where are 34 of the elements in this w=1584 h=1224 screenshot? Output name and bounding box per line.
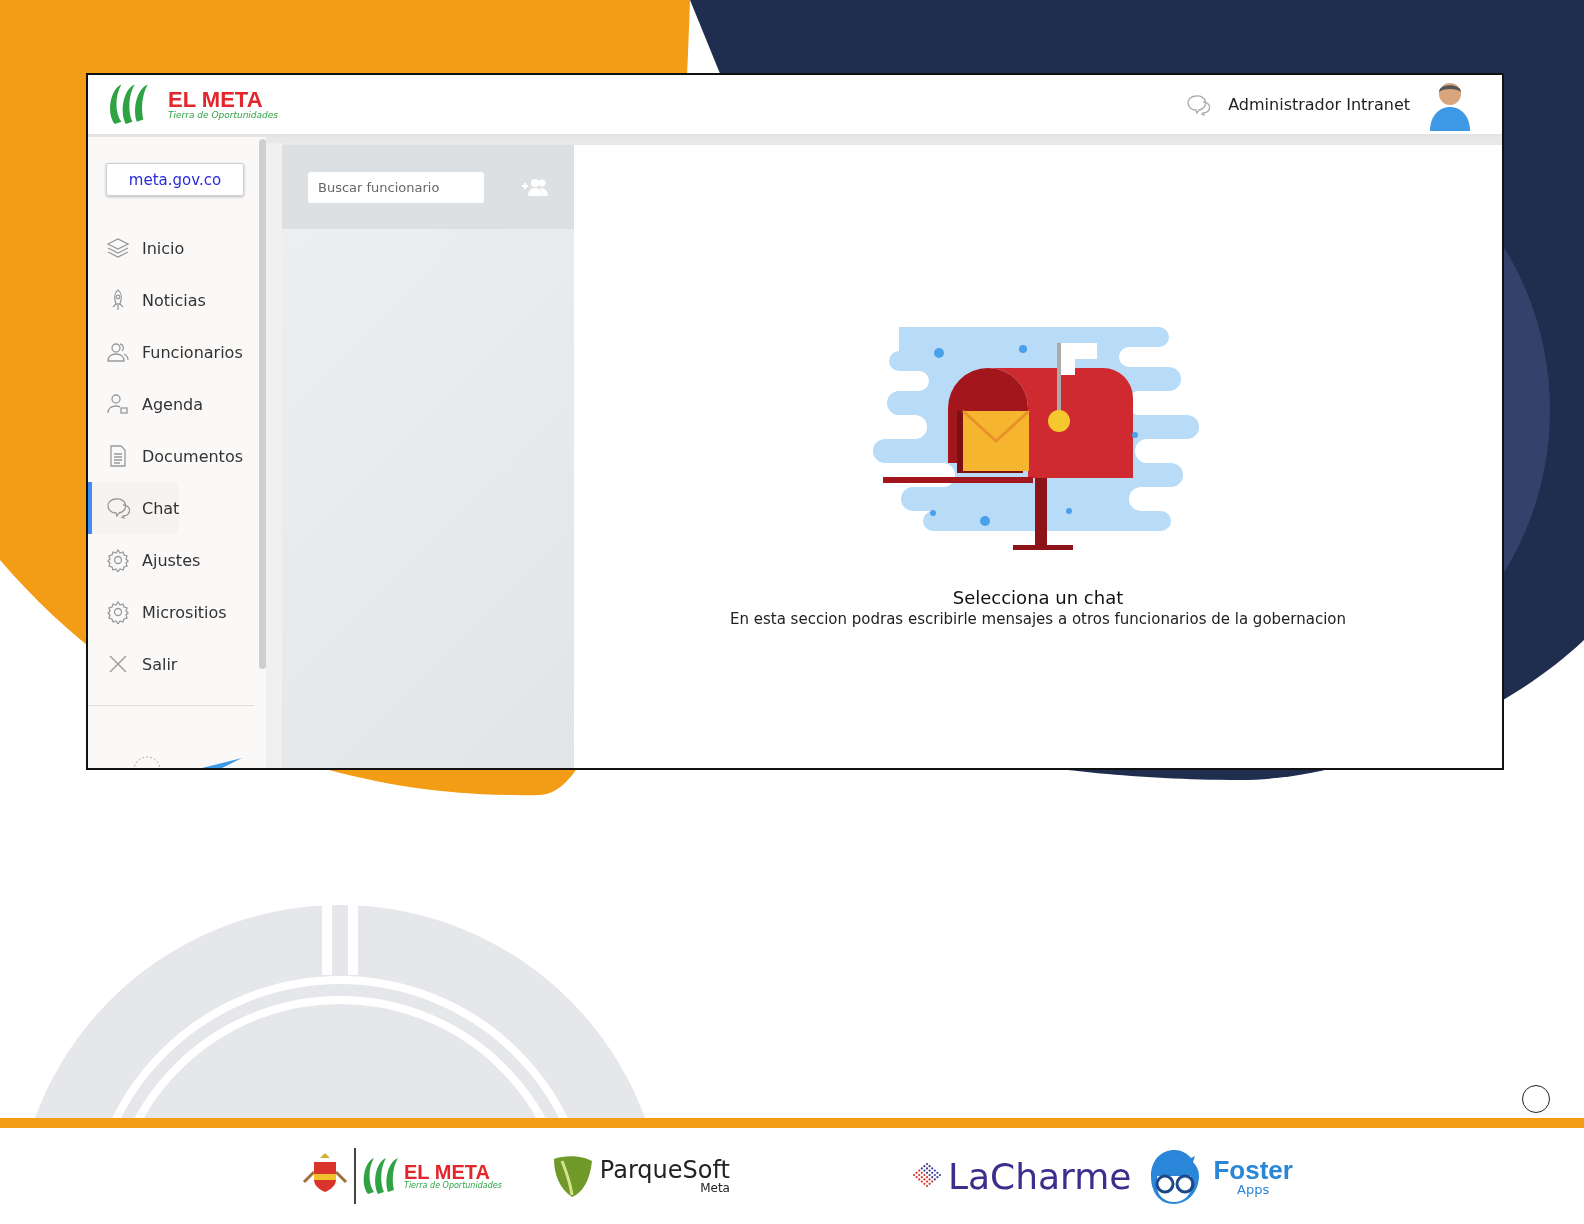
site-link-button[interactable]: meta.gov.co bbox=[106, 163, 244, 196]
logo-title: ParqueSoft bbox=[599, 1158, 730, 1182]
user-name: Administrador Intranet bbox=[1228, 95, 1410, 114]
sidebar-item[interactable]: Documentos bbox=[88, 430, 243, 482]
logo-subtitle: Meta bbox=[700, 1182, 730, 1194]
layers-icon bbox=[106, 236, 130, 260]
logo-divider-icon bbox=[354, 1148, 356, 1204]
sidebar-item[interactable]: Ajustes bbox=[88, 534, 201, 586]
paper-plane-icon[interactable] bbox=[202, 758, 242, 768]
sidebar-item[interactable]: Chat bbox=[88, 482, 180, 534]
chat-icon[interactable] bbox=[1186, 92, 1211, 117]
add-users-icon[interactable] bbox=[522, 178, 548, 196]
search-field[interactable]: Buscar funcionario bbox=[308, 171, 484, 203]
logo-title: EL META bbox=[168, 89, 263, 111]
user-calendar-icon bbox=[106, 392, 130, 416]
empty-state-message: En esta seccion podras escribirle mensajes a otros funcionarios de la gobernacion bbox=[730, 610, 1346, 628]
gear-icon bbox=[106, 548, 130, 572]
logo-tagline: Tierra de Oportunidades bbox=[404, 1182, 502, 1190]
sidebar-item[interactable]: Agenda bbox=[88, 378, 204, 430]
logo-tagline: Tierra de Oportunidades bbox=[168, 111, 279, 120]
sidebar-item[interactable]: Funcionarios bbox=[88, 326, 243, 378]
gear-icon bbox=[106, 600, 130, 624]
logo-subtitle: Apps bbox=[1236, 1182, 1271, 1196]
logo-title: LaCharme bbox=[947, 1155, 1132, 1197]
sidebar-item[interactable]: Salir bbox=[88, 638, 178, 690]
users-icon bbox=[106, 340, 130, 364]
chat-icon bbox=[106, 496, 130, 520]
empty-state-title: Selecciona un chat bbox=[952, 587, 1124, 608]
sidebar-item[interactable]: Noticias bbox=[88, 274, 206, 326]
scrollbar[interactable] bbox=[259, 139, 266, 669]
sidebar-item[interactable]: Micrositios bbox=[88, 586, 227, 638]
logo-title: Foster bbox=[1213, 1156, 1293, 1183]
logo-title: EL META bbox=[404, 1162, 490, 1182]
sidebar-item[interactable]: Inicio bbox=[88, 222, 185, 274]
